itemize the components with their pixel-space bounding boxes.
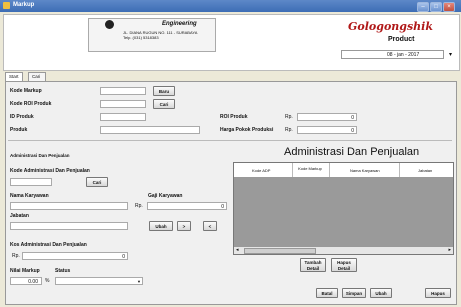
baru-button[interactable]: Baru (153, 86, 175, 96)
harga-pokok-input[interactable]: 0 (297, 126, 357, 134)
cari-admin-button[interactable]: Cari (86, 177, 108, 187)
nama-karyawan-input[interactable] (10, 202, 128, 210)
minimize-button[interactable]: – (417, 2, 429, 12)
grid-horizontal-scrollbar[interactable]: ◂ ▸ (234, 246, 453, 254)
produk-label: Produk (10, 127, 28, 133)
nilai-markup-label: Nilai Markup (10, 268, 40, 274)
admin-big-title: Administrasi Dan Penjualan (284, 146, 420, 158)
kode-roi-label: Kode ROI Produk (10, 101, 52, 107)
harga-currency: Rp. (285, 127, 293, 133)
jabatan-input[interactable] (10, 222, 128, 230)
batal-button[interactable]: Batal (316, 288, 338, 298)
window-title: Markup (13, 2, 35, 8)
hapus-button[interactable]: Hapus (425, 288, 451, 298)
kode-markup-label: Kode Markup (10, 88, 42, 94)
roi-currency: Rp. (285, 114, 293, 120)
company-banner: Engineering JL. DIANA RUGUN NO. 111 - SU… (88, 18, 216, 52)
percent-sign: % (45, 278, 50, 284)
status-dropdown[interactable]: ▼ (55, 277, 143, 285)
scrollbar-thumb[interactable] (244, 248, 316, 254)
maximize-button[interactable]: □ (430, 2, 442, 12)
kos-admin-input[interactable]: 0 (22, 252, 128, 260)
kode-admin-input[interactable] (10, 178, 52, 186)
grid-col-divider (292, 163, 293, 177)
grid-col-divider (399, 163, 400, 177)
company-name: Engineering (162, 21, 197, 27)
calendar-dropdown-icon[interactable]: ▾ (449, 51, 452, 58)
kode-markup-input[interactable] (100, 87, 146, 95)
id-produk-input[interactable] (100, 113, 146, 121)
close-button[interactable]: × (443, 2, 455, 12)
roi-produk-input[interactable]: 0 (297, 113, 357, 121)
gaji-karyawan-input[interactable]: 0 (147, 202, 227, 210)
kos-currency: Rp. (12, 253, 20, 259)
title-bar: Markup – □ × (0, 0, 461, 12)
scroll-right-icon[interactable]: ▸ (448, 247, 451, 254)
hapus-detail-button[interactable]: Hapus Detail (331, 258, 357, 272)
nilai-markup-input[interactable]: 0.00 (10, 277, 42, 285)
grid-header-kode-markup[interactable]: Kode Markup (296, 166, 324, 171)
nama-karyawan-label: Nama Karyawan (10, 193, 49, 199)
gaji-currency: Rp. (135, 203, 143, 209)
kos-admin-label: Kos Administrasi Dan Penjualan (10, 242, 87, 248)
section-divider (8, 140, 452, 141)
prev-button[interactable]: < (203, 221, 217, 231)
kode-roi-input[interactable] (100, 100, 146, 108)
markup-window: Markup – □ × Engineering JL. DIANA RUGUN… (0, 0, 461, 307)
grid-col-divider (329, 163, 330, 177)
scroll-left-icon[interactable]: ◂ (236, 247, 239, 254)
next-button[interactable]: > (177, 221, 191, 231)
company-logo-icon (105, 20, 114, 29)
app-icon (3, 2, 10, 9)
tab-start-up[interactable]: Start Up (5, 72, 23, 87)
produk-input[interactable] (100, 126, 200, 134)
date-picker[interactable]: 08 - jan - 2017 (341, 50, 444, 59)
header-panel: Engineering JL. DIANA RUGUN NO. 111 - SU… (3, 14, 460, 71)
grid-header: Kode ADP Kode Markup Nama Karyawan Jabat… (234, 163, 453, 178)
roi-produk-label: ROI Produk (220, 114, 248, 120)
ubah-button[interactable]: Ubah (370, 288, 392, 298)
tab-cari-data[interactable]: Cari Data (28, 72, 46, 87)
chevron-down-icon: ▼ (137, 279, 141, 284)
simpan-button[interactable]: Simpan (342, 288, 366, 298)
ubah-detail-button[interactable]: Ubah (149, 221, 173, 231)
tambah-detail-button[interactable]: Tambah Detail (300, 258, 326, 272)
harga-pokok-label: Harga Pokok Produksi (220, 127, 274, 133)
gaji-karyawan-label: Gaji Karyawan (148, 193, 183, 199)
jabatan-label: Jabatan (10, 213, 29, 219)
kode-admin-label: Kode Administrasi Dan Penjualan (10, 168, 90, 174)
status-label: Status (55, 268, 71, 274)
cari-roi-button[interactable]: Cari (153, 99, 175, 109)
grid-header-jabatan[interactable]: Jabatan (418, 168, 432, 173)
grid-header-nama-karyawan[interactable]: Nama Karyawan (350, 168, 380, 173)
detail-grid[interactable]: Kode ADP Kode Markup Nama Karyawan Jabat… (233, 162, 454, 255)
product-label: Product (388, 36, 415, 43)
grid-header-kode-adp[interactable]: Kode ADP (252, 168, 270, 173)
admin-section-title: Administrasi Dan Penjualan (10, 153, 70, 158)
id-produk-label: ID Produk (10, 114, 34, 120)
company-phone: Telp. (031) 5318383 (123, 35, 159, 40)
brand-logo: Gologongshik (348, 20, 433, 33)
